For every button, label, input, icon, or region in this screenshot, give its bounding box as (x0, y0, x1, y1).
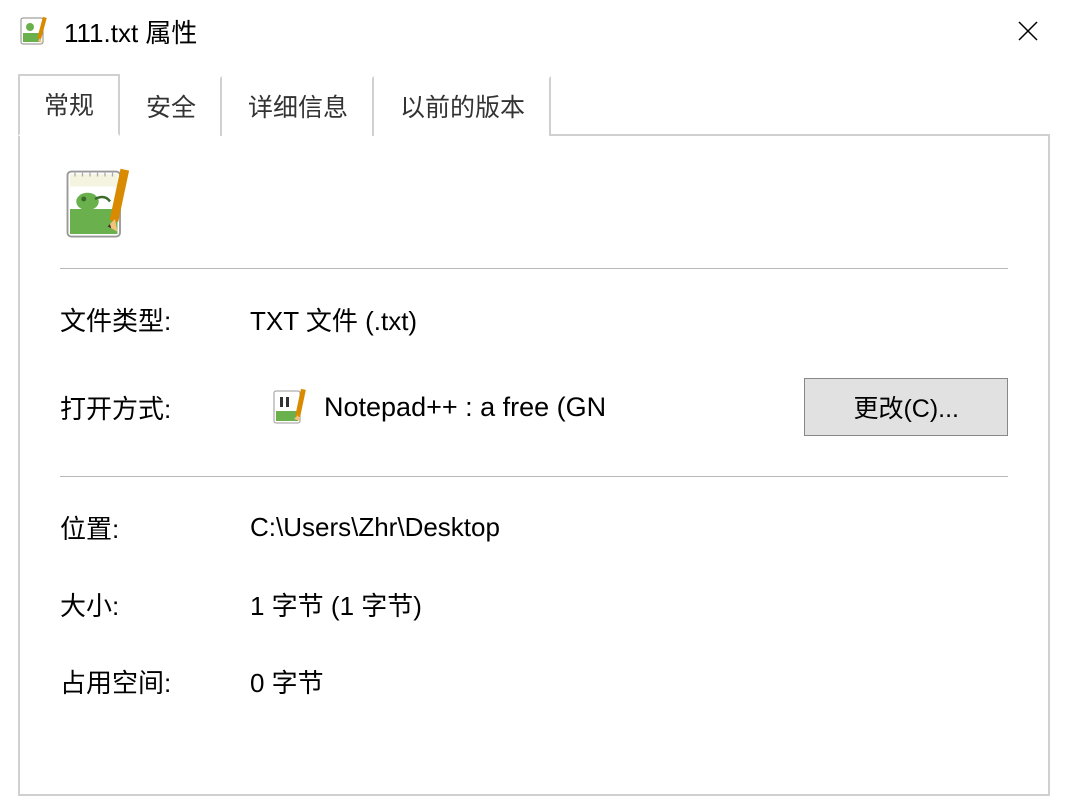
content: 常规 安全 详细信息 以前的版本 (0, 62, 1068, 796)
open-with-value: Notepad++ : a free (GN (270, 387, 784, 427)
row-location: 位置: C:\Users\Zhr\Desktop (60, 509, 1008, 546)
size-on-disk-value: 0 字节 (250, 663, 1008, 700)
size-label: 大小: (60, 586, 250, 623)
file-type-value: TXT 文件 (.txt) (250, 301, 1008, 338)
change-button[interactable]: 更改(C)... (804, 378, 1008, 436)
tab-details[interactable]: 详细信息 (222, 76, 374, 136)
location-value: C:\Users\Zhr\Desktop (250, 512, 1008, 543)
tab-general[interactable]: 常规 (18, 74, 120, 136)
row-size: 大小: 1 字节 (1 字节) (60, 586, 1008, 623)
tabs: 常规 安全 详细信息 以前的版本 (18, 74, 1050, 136)
row-open-with: 打开方式: Notepad++ : a free (GN 更改(C)... (60, 378, 1008, 436)
row-file-type: 文件类型: TXT 文件 (.txt) (60, 301, 1008, 338)
window-title: 111.txt 属性 (64, 13, 197, 50)
titlebar: 111.txt 属性 (0, 0, 1068, 62)
close-button[interactable] (1006, 9, 1050, 53)
general-panel: 文件类型: TXT 文件 (.txt) 打开方式: Notepad++ : a … (18, 136, 1050, 796)
location-label: 位置: (60, 509, 250, 546)
divider (60, 476, 1008, 477)
tab-previous-versions[interactable]: 以前的版本 (374, 76, 551, 136)
file-icon (18, 15, 50, 47)
tab-security[interactable]: 安全 (120, 76, 222, 136)
size-value: 1 字节 (1 字节) (250, 586, 1008, 623)
close-icon (1016, 19, 1040, 43)
row-size-on-disk: 占用空间: 0 字节 (60, 663, 1008, 700)
size-on-disk-label: 占用空间: (60, 663, 250, 700)
file-type-label: 文件类型: (60, 301, 250, 338)
divider (60, 268, 1008, 269)
open-with-app: Notepad++ : a free (GN (324, 392, 606, 423)
file-icon-large (60, 164, 140, 244)
notepad-plus-plus-icon (270, 387, 310, 427)
open-with-label: 打开方式: (60, 389, 250, 426)
titlebar-left: 111.txt 属性 (18, 13, 197, 50)
